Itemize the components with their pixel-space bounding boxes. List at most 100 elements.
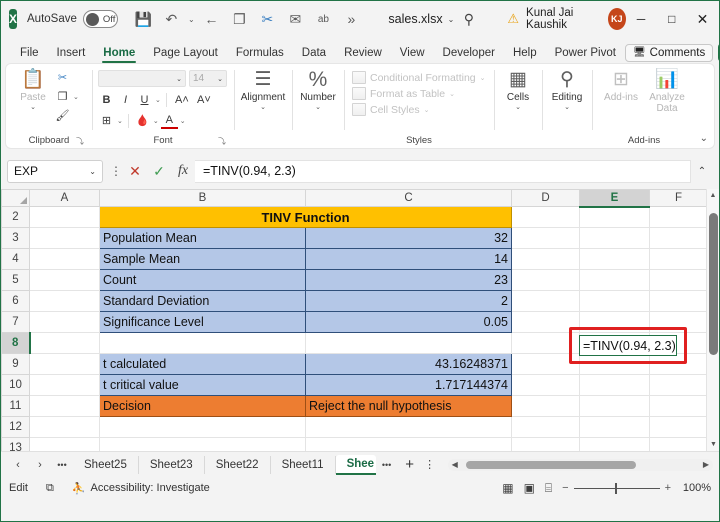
cancel-formula-icon[interactable]: ✕ xyxy=(123,159,147,183)
row-header-7[interactable]: 7 xyxy=(2,312,30,333)
cell-c8[interactable] xyxy=(306,333,512,354)
tab-help[interactable]: Help xyxy=(504,45,546,63)
number-button[interactable]: % Number ⌄ xyxy=(298,67,338,111)
format-painter-icon[interactable]: 🖌 xyxy=(54,107,71,124)
sheet-tab-sheet23[interactable]: Sheet23 xyxy=(139,456,205,474)
column-header-c[interactable]: C xyxy=(306,190,512,207)
increase-font-size-button[interactable]: A˄ xyxy=(172,91,192,108)
cell-a13[interactable] xyxy=(30,438,100,452)
formula-input[interactable]: =TINV(0.94, 2.3) xyxy=(195,160,691,183)
cell-e10[interactable] xyxy=(580,375,650,396)
vertical-scrollbar[interactable]: ▲ ▼ xyxy=(706,189,719,451)
cut-icon[interactable]: ✂ xyxy=(254,7,280,31)
cell-d9[interactable] xyxy=(512,354,580,375)
sheet-overflow-icon[interactable]: ••• xyxy=(376,460,398,470)
horizontal-scroll-thumb[interactable] xyxy=(466,461,636,469)
autosave-toggle[interactable]: Off xyxy=(83,10,119,28)
chevron-down-icon[interactable]: ⌄ xyxy=(155,96,161,104)
addins-button[interactable]: ⊞ Add-ins xyxy=(598,67,644,103)
cell-f7[interactable] xyxy=(650,312,708,333)
cell-b7[interactable]: Significance Level xyxy=(100,312,306,333)
undo-icon[interactable]: ↶ xyxy=(158,7,184,31)
tab-power-pivot[interactable]: Power Pivot xyxy=(546,45,625,63)
font-color-icon[interactable]: A xyxy=(161,112,178,129)
print-preview-icon[interactable]: ✉ xyxy=(282,7,308,31)
page-break-view-icon[interactable]: ⌸ xyxy=(545,481,552,496)
cell-c10[interactable]: 1.717144374 xyxy=(306,375,512,396)
cell-b10[interactable]: t critical value xyxy=(100,375,306,396)
cell-a8[interactable] xyxy=(30,333,100,354)
row-header-11[interactable]: 11 xyxy=(2,396,30,417)
cell-c3[interactable]: 32 xyxy=(306,228,512,249)
row-header-2[interactable]: 2 xyxy=(2,207,30,228)
cell-d10[interactable] xyxy=(512,375,580,396)
insert-function-icon[interactable]: fx xyxy=(171,159,195,183)
avatar[interactable]: KJ xyxy=(608,8,626,30)
cell-f9[interactable] xyxy=(650,354,708,375)
undo-dropdown-icon[interactable]: ⌄ xyxy=(186,7,196,31)
cell-a11[interactable] xyxy=(30,396,100,417)
cell-d5[interactable] xyxy=(512,270,580,291)
paste-button[interactable]: 📋 Paste ⌄ xyxy=(12,67,54,111)
comments-button[interactable]: 🖥 Comments xyxy=(625,44,713,62)
row-header-8[interactable]: 8 xyxy=(2,333,30,354)
cell-c13[interactable] xyxy=(306,438,512,452)
cell-d4[interactable] xyxy=(512,249,580,270)
column-header-b[interactable]: B xyxy=(100,190,306,207)
cell-b5[interactable]: Count xyxy=(100,270,306,291)
conditional-formatting-button[interactable]: Conditional Formatting ⌄ xyxy=(352,71,486,84)
cell-f13[interactable] xyxy=(650,438,708,452)
tab-review[interactable]: Review xyxy=(335,45,391,63)
zoom-slider-track[interactable] xyxy=(574,488,660,489)
row-header-13[interactable]: 13 xyxy=(2,438,30,452)
name-box[interactable]: EXP ⌄ xyxy=(7,160,103,183)
row-header-10[interactable]: 10 xyxy=(2,375,30,396)
row-header-5[interactable]: 5 xyxy=(2,270,30,291)
cell-a7[interactable] xyxy=(30,312,100,333)
cell-f12[interactable] xyxy=(650,417,708,438)
active-cell-e8[interactable]: =TINV(0.94, 2.3) xyxy=(579,335,677,356)
cell-e7[interactable] xyxy=(580,312,650,333)
page-layout-view-icon[interactable]: ▣ xyxy=(524,481,535,495)
minimize-button[interactable]: ─ xyxy=(626,2,657,36)
column-header-f[interactable]: F xyxy=(650,190,708,207)
cell-e6[interactable] xyxy=(580,291,650,312)
copy-icon[interactable]: ❐ xyxy=(226,7,252,31)
cell-e4[interactable] xyxy=(580,249,650,270)
cell-a2[interactable] xyxy=(30,207,100,228)
cell-b13[interactable] xyxy=(100,438,306,452)
column-header-d[interactable]: D xyxy=(512,190,580,207)
row-header-3[interactable]: 3 xyxy=(2,228,30,249)
cell-b11[interactable]: Decision xyxy=(100,396,306,417)
document-title[interactable]: sales.xlsx ⌄ xyxy=(388,12,454,26)
column-header-a[interactable]: A xyxy=(30,190,100,207)
chevron-down-icon[interactable]: ⌄ xyxy=(73,93,79,101)
tab-data[interactable]: Data xyxy=(293,45,335,63)
zoom-slider[interactable]: − + xyxy=(562,482,671,494)
add-sheet-button[interactable]: + xyxy=(398,456,422,473)
row-header-4[interactable]: 4 xyxy=(2,249,30,270)
tab-home[interactable]: Home xyxy=(94,45,144,63)
confirm-formula-icon[interactable]: ✓ xyxy=(147,159,171,183)
cell-a10[interactable] xyxy=(30,375,100,396)
collapse-ribbon-icon[interactable]: ⌄ xyxy=(700,133,708,144)
cell-a9[interactable] xyxy=(30,354,100,375)
scroll-right-icon[interactable]: ▶ xyxy=(699,460,713,469)
chevron-down-icon[interactable]: ⌄ xyxy=(117,117,123,125)
more-functions-icon[interactable]: ⋮ xyxy=(109,159,123,183)
cell-a6[interactable] xyxy=(30,291,100,312)
cell-f4[interactable] xyxy=(650,249,708,270)
horizontal-scrollbar[interactable]: ◀ ▶ xyxy=(448,459,713,471)
cell-styles-button[interactable]: Cell Styles ⌄ xyxy=(352,103,486,116)
accessibility-status[interactable]: ⛹ Accessibility: Investigate xyxy=(72,482,210,495)
cell-f3[interactable] xyxy=(650,228,708,249)
sheet-tab-sheet25[interactable]: Sheet25 xyxy=(73,456,139,474)
editing-button[interactable]: ⚲ Editing ⌄ xyxy=(548,67,586,111)
spelling-icon[interactable]: ab xyxy=(310,7,336,31)
cell-f11[interactable] xyxy=(650,396,708,417)
cut-icon[interactable]: ✂ xyxy=(54,69,71,86)
cell-f6[interactable] xyxy=(650,291,708,312)
cell-e13[interactable] xyxy=(580,438,650,452)
scroll-up-icon[interactable]: ▲ xyxy=(707,189,719,202)
next-sheet-icon[interactable]: › xyxy=(29,459,51,471)
